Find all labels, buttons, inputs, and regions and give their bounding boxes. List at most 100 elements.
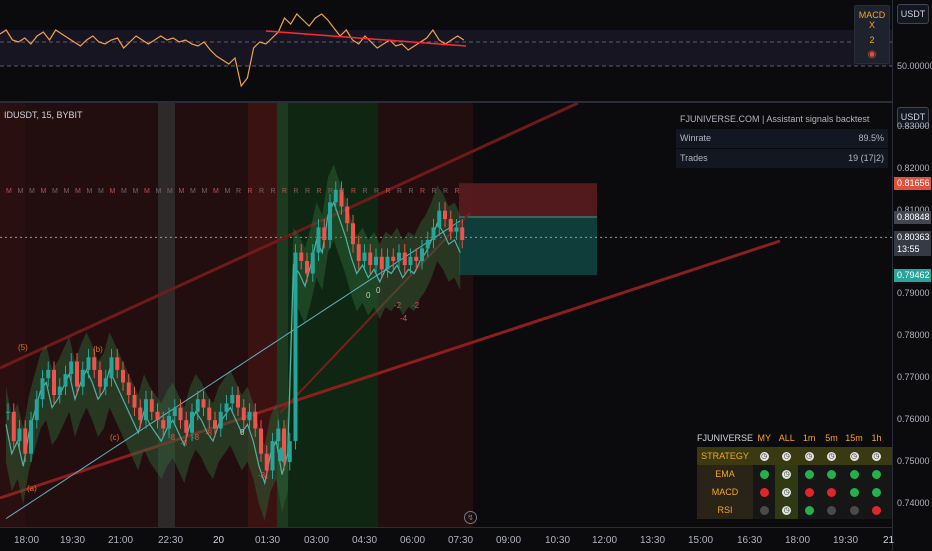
- x-tick-label: 12:00: [592, 535, 618, 546]
- signals-cell: [865, 501, 888, 519]
- macd-band: [0, 30, 892, 66]
- bug-icon[interactable]: ◉: [855, 49, 889, 60]
- clock-icon: ◷: [804, 452, 814, 462]
- signal-label: 0: [376, 286, 381, 295]
- status-dot: [759, 506, 769, 516]
- wave-annotation: (b): [93, 345, 103, 354]
- x-tick-label: 13:30: [640, 535, 666, 546]
- status-dot: [849, 470, 859, 480]
- candle: [6, 411, 10, 413]
- symbol-label[interactable]: IDUSDT, 15, BYBIT: [4, 110, 83, 120]
- candle: [305, 260, 309, 274]
- candle: [391, 256, 396, 261]
- clock-icon: ◷: [782, 452, 792, 462]
- x-tick-label: 15:00: [688, 535, 714, 546]
- x-tick-label: 20: [213, 535, 225, 546]
- candle: [270, 441, 275, 471]
- status-dot: [759, 470, 769, 480]
- candle: [190, 411, 194, 433]
- signals-cell: [820, 465, 843, 483]
- candle: [121, 369, 125, 383]
- x-tick-label: 18:00: [785, 535, 811, 546]
- status-dot: [827, 488, 837, 498]
- candle: [63, 374, 68, 387]
- candle: [218, 411, 223, 429]
- signal-mark: M: [225, 188, 231, 195]
- signal-mark: M: [213, 188, 219, 195]
- signal-mark: M: [133, 188, 139, 195]
- signal-mark: R: [236, 188, 241, 195]
- candle: [448, 219, 453, 232]
- signals-cell: [798, 501, 821, 519]
- candle: [385, 256, 390, 270]
- signal-mark: M: [156, 188, 162, 195]
- signal-mark: R: [259, 188, 264, 195]
- candle: [259, 428, 263, 454]
- signal-label: -8: [205, 429, 213, 438]
- signal-mark: R: [409, 188, 414, 195]
- signal-label: -8: [192, 433, 200, 442]
- candle: [443, 210, 447, 220]
- signals-cell: [842, 501, 866, 519]
- candle: [230, 395, 235, 404]
- target-zone: [459, 217, 597, 276]
- status-dot: [804, 506, 814, 516]
- macd-pane[interactable]: MACD X 2 ◉: [0, 0, 892, 100]
- signals-cell: [842, 483, 866, 501]
- status-dot: [804, 488, 814, 498]
- backtest-row-trades: Trades 19 (17|2): [676, 149, 888, 168]
- time-axis[interactable]: 18:00 19:30 21:00 22:30 20 01:30 03:00 04:30 06:…: [0, 527, 894, 551]
- status-dot: [849, 506, 859, 516]
- x-tick-label: 09:00: [496, 535, 522, 546]
- candle: [437, 210, 442, 228]
- signal-mark: M: [190, 188, 196, 195]
- candle: [420, 248, 424, 261]
- candle: [40, 378, 45, 400]
- candle: [80, 369, 85, 387]
- macd-indicator-box[interactable]: MACD X 2 ◉: [854, 5, 890, 64]
- x-tick-label: 03:00: [304, 535, 330, 546]
- unit-button-macd[interactable]: USDT: [897, 4, 929, 24]
- candle: [356, 244, 361, 261]
- signal-mark: M: [98, 188, 104, 195]
- signal-mark: R: [271, 188, 276, 195]
- candle: [17, 428, 22, 442]
- candle: [276, 428, 281, 442]
- signal-mark: M: [75, 188, 81, 195]
- price-tag: 0.80848: [894, 211, 931, 225]
- lightning-icon[interactable]: ↯: [464, 511, 477, 524]
- signal-mark: M: [18, 188, 24, 195]
- signals-row-label: EMA: [697, 465, 754, 483]
- y-tick-label: 0.79000: [897, 288, 930, 299]
- signal-mark: R: [305, 188, 310, 195]
- candle: [184, 420, 189, 433]
- signal-mark: R: [443, 188, 448, 195]
- x-tick-label: 22:30: [158, 535, 184, 546]
- candle: [52, 369, 56, 396]
- signals-cell: ◷: [842, 447, 866, 465]
- signal-mark: R: [432, 188, 437, 195]
- signal-label: 0: [240, 428, 245, 437]
- candle: [195, 399, 200, 412]
- x-tick-label: 19:30: [833, 535, 859, 546]
- signal-mark: M: [110, 188, 116, 195]
- trades-label: Trades: [680, 153, 708, 163]
- signal-mark: M: [6, 188, 12, 195]
- signal-mark: M: [41, 188, 47, 195]
- candle: [253, 411, 258, 429]
- signal-mark: M: [87, 188, 93, 195]
- clock-icon: ◷: [827, 452, 837, 462]
- status-dot: [759, 488, 769, 498]
- candle: [397, 252, 401, 261]
- signals-cell: [753, 465, 776, 483]
- candle: [408, 256, 413, 266]
- stop-zone: [459, 183, 597, 218]
- candle: [69, 361, 74, 375]
- candle: [98, 369, 102, 387]
- status-dot: [827, 470, 837, 480]
- signals-brand: FJUNIVERSE: [697, 433, 754, 443]
- candle: [328, 202, 332, 241]
- candle: [103, 378, 108, 387]
- candle: [75, 361, 79, 387]
- signal-mark: R: [294, 188, 299, 195]
